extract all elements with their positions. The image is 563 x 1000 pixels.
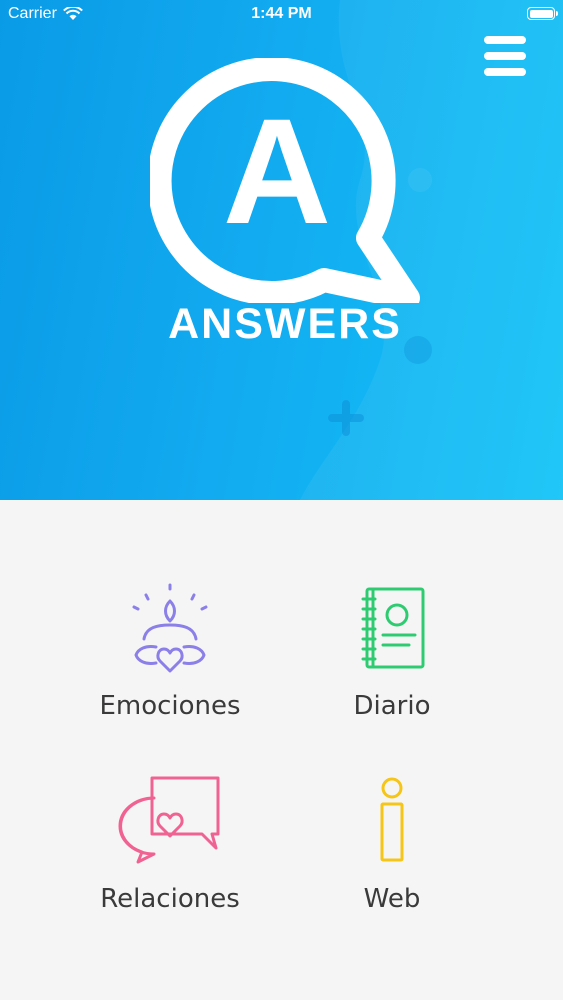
- menu-item-relaciones[interactable]: Relaciones: [60, 776, 280, 914]
- battery-icon: [527, 7, 558, 20]
- menu-item-emociones[interactable]: Emociones: [60, 583, 280, 721]
- menu-item-web[interactable]: Web: [282, 776, 502, 914]
- hamburger-menu-icon[interactable]: [484, 36, 526, 76]
- menu-item-label: Emociones: [99, 691, 241, 721]
- menu-item-diario[interactable]: Diario: [282, 583, 502, 721]
- diary-icon: [361, 587, 425, 669]
- info-icon: [380, 777, 404, 862]
- relationships-icon: [118, 776, 220, 864]
- menu-item-label: Web: [363, 884, 421, 914]
- menu-item-label: Diario: [353, 691, 431, 721]
- menu-item-label: Relaciones: [100, 884, 240, 914]
- emotions-icon: [132, 583, 208, 673]
- clock: 1:44 PM: [251, 5, 312, 22]
- app-title: ANSWERS: [168, 300, 402, 348]
- status-bar: Carrier 1:44 PM: [0, 0, 563, 30]
- hero-banner: Carrier 1:44 PM A ANSWERS: [0, 0, 563, 500]
- answers-logo-icon: A: [150, 58, 420, 303]
- logo-letter: A: [223, 87, 331, 255]
